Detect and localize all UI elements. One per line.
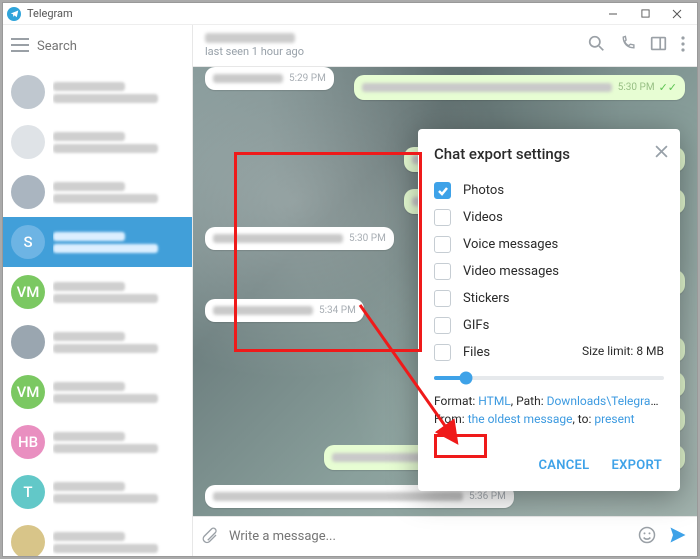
- checkbox[interactable]: [434, 290, 451, 307]
- chat-item-text: [53, 529, 184, 556]
- telegram-logo-icon: [7, 7, 21, 21]
- window-title: Telegram: [27, 7, 73, 20]
- chat-list-item[interactable]: [3, 517, 192, 556]
- option-label: Stickers: [463, 291, 509, 306]
- export-option-videos[interactable]: Videos: [434, 204, 664, 231]
- search-input[interactable]: [37, 39, 203, 54]
- avatar: HB: [11, 425, 45, 459]
- checkbox[interactable]: [434, 209, 451, 226]
- avatar: [11, 325, 45, 359]
- option-label: Videos: [463, 210, 503, 225]
- avatar: VM: [11, 275, 45, 309]
- menu-icon[interactable]: [11, 37, 29, 56]
- export-options-list: Photos Videos Voice messages Video messages…: [434, 177, 664, 366]
- dialog-close-button[interactable]: [655, 143, 668, 162]
- option-label: Video messages: [463, 264, 559, 279]
- main-panel: last seen 1 hour ago 5:29 PM5:30 PM✓✓5:3…: [193, 25, 697, 556]
- checkbox[interactable]: [434, 236, 451, 253]
- sidebar-header: [3, 25, 192, 67]
- avatar: [11, 525, 45, 556]
- sidebar: S VM VM HB T: [3, 25, 193, 556]
- to-link[interactable]: present: [594, 412, 634, 426]
- window-minimize-button[interactable]: [597, 3, 629, 25]
- chat-list-item[interactable]: [3, 117, 192, 167]
- chat-item-text: [53, 229, 184, 256]
- window-maximize-button[interactable]: [629, 3, 661, 25]
- chat-item-text: [53, 179, 184, 206]
- option-label: Photos: [463, 183, 504, 198]
- export-button[interactable]: EXPORT: [609, 452, 664, 479]
- export-option-stickers[interactable]: Stickers: [434, 285, 664, 312]
- chat-list-item[interactable]: VM: [3, 267, 192, 317]
- checkbox[interactable]: [434, 317, 451, 334]
- window-close-button[interactable]: [661, 3, 693, 25]
- format-path-line: Format: HTML, Path: Downloads\Telegram D…: [434, 394, 664, 408]
- chat-item-text: [53, 329, 184, 356]
- app-window: Telegram S VM VM HB T: [2, 2, 698, 557]
- avatar: [11, 75, 45, 109]
- checkbox[interactable]: [434, 182, 451, 199]
- chat-list-item[interactable]: T: [3, 467, 192, 517]
- chat-list-item[interactable]: [3, 67, 192, 117]
- option-label: GIFs: [463, 318, 489, 333]
- dialog-actions: CANCEL EXPORT: [434, 452, 664, 479]
- export-option-video-messages[interactable]: Video messages: [434, 258, 664, 285]
- chat-item-text: [53, 79, 184, 106]
- client-area: SVMVMHBT last seen 1 hour ago: [3, 25, 697, 556]
- chat-item-text: [53, 379, 184, 406]
- from-to-line: From: the oldest message, to: present: [434, 412, 664, 426]
- option-label: Voice messages: [463, 237, 558, 252]
- format-link[interactable]: HTML: [478, 394, 511, 408]
- avatar: [11, 175, 45, 209]
- window-titlebar: Telegram: [3, 3, 697, 25]
- path-link[interactable]: Downloads\Telegram De...: [547, 394, 664, 408]
- export-option-gifs[interactable]: GIFs: [434, 312, 664, 339]
- avatar: T: [11, 475, 45, 509]
- chat-list-item[interactable]: VM: [3, 367, 192, 417]
- chat-list: S VM VM HB T: [3, 67, 192, 556]
- avatar: [11, 125, 45, 159]
- from-link[interactable]: the oldest message: [468, 412, 573, 426]
- chat-list-item[interactable]: [3, 167, 192, 217]
- export-option-voice-messages[interactable]: Voice messages: [434, 231, 664, 258]
- export-option-photos[interactable]: Photos: [434, 177, 664, 204]
- checkbox[interactable]: [434, 263, 451, 280]
- size-limit-label: Size limit: 8 MB: [434, 344, 664, 358]
- size-limit-slider[interactable]: [434, 376, 664, 380]
- avatar: S: [11, 225, 45, 259]
- chat-item-text: [53, 279, 184, 306]
- chat-item-text: [53, 129, 184, 156]
- avatar: VM: [11, 375, 45, 409]
- chat-item-text: [53, 479, 184, 506]
- chat-export-settings-dialog: Chat export settings Photos Videos Voice m…: [418, 129, 680, 491]
- chat-item-text: [53, 429, 184, 456]
- cancel-button[interactable]: CANCEL: [536, 452, 591, 479]
- chat-list-item[interactable]: [3, 317, 192, 367]
- chat-list-item[interactable]: HB: [3, 417, 192, 467]
- dialog-title: Chat export settings: [434, 145, 664, 163]
- chat-list-item[interactable]: S: [3, 217, 192, 267]
